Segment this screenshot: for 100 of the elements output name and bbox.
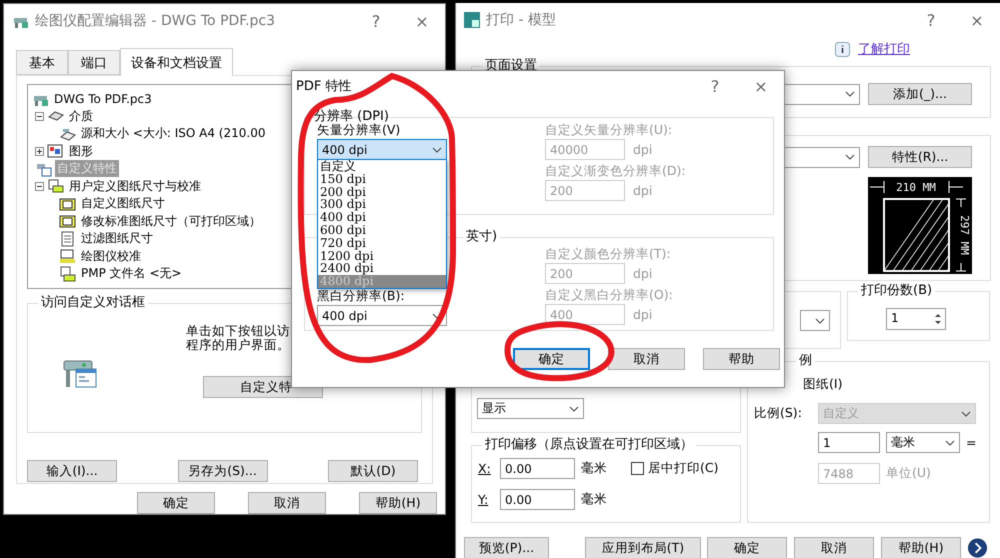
dialog-button[interactable]: 取消 [248,492,326,514]
tab[interactable]: 端口 [68,50,120,75]
field-label: 矢量分辨率(V) [317,122,402,139]
user-paper-icon [47,178,64,194]
cancel-button[interactable]: 取消 [794,537,874,558]
scale-input[interactable]: 1 [818,432,880,453]
tree-item[interactable]: 绘图仪校准 [79,248,143,265]
scale-label: 比例(S): [754,405,803,422]
caret-icon [945,440,955,446]
plot-area-dropdown[interactable]: 显示 [477,398,584,419]
close-button[interactable]: × [954,10,1000,30]
group-title: 英寸) [463,229,500,245]
offset-label: Y: [478,492,490,507]
caret-icon [845,91,855,97]
bw-resolution-dropdown[interactable]: 400 dpi [317,305,447,326]
checkbox[interactable] [631,462,644,475]
action-button[interactable]: 输入(I)... [27,460,117,482]
list-option[interactable]: 720 dpi [318,236,446,250]
dropdown[interactable] [800,310,830,331]
unit-label: dpi [633,266,652,281]
list-option[interactable]: 150 dpi [318,172,446,186]
list-option[interactable]: 2400 dpi [318,262,446,276]
caret-icon [815,318,825,324]
action-button[interactable]: 另存为(S)... [178,460,268,482]
group-title: 打印份数(B) [858,283,936,299]
add-button[interactable]: 添加(_)... [868,83,972,105]
paper-size-icon [59,196,76,212]
collapse-icon[interactable] [35,112,44,121]
dialog-title: PDF 特性 [296,78,352,95]
close-button[interactable]: × [738,76,784,96]
tree-item[interactable]: 图形 [67,142,95,160]
tree-item[interactable]: 用户定义图纸尺寸与校准 [67,178,203,195]
offset-label: X: [478,461,492,476]
collapse-icon[interactable] [35,182,44,191]
learn-link[interactable]: 了解打印 [858,40,910,58]
expand-icon[interactable] [35,146,44,156]
document-icon [59,230,76,247]
checkbox-label: 居中打印(C) [648,460,718,477]
list-option[interactable]: 600 dpi [318,224,446,237]
graphics-icon [47,143,64,160]
list-option[interactable]: 自定义 [318,160,446,173]
dialog-button[interactable]: 取消 [608,348,685,370]
ok-button[interactable]: 确定 [707,537,787,558]
paper-size-icon [59,213,76,230]
tree-item[interactable]: 修改标准图纸尺寸（可打印区域） [79,212,263,230]
field-label: 自定义黑白分辨率(O): [545,287,674,304]
offset-input[interactable]: 0.00 [500,489,575,510]
unit-label: dpi [633,307,652,322]
dialog-button[interactable]: 帮助 [703,348,780,370]
caret-icon [845,154,855,160]
group-title: 分辨率 (DPI) [313,109,390,124]
list-option[interactable]: 400 dpi [318,211,446,224]
help-button[interactable]: ? [353,12,399,30]
paper-width: 210 MM [896,181,936,194]
unit-dropdown[interactable]: 毫米 [886,432,960,453]
tree-item[interactable]: PMP 文件名 <无> [79,265,184,282]
action-button[interactable]: 默认(D) [328,460,418,482]
unit-label: dpi [633,142,652,157]
field-label: 黑白分辨率(B): [317,288,406,305]
field-label: 自定义渐变色分辨率(D): [545,163,687,180]
list-option[interactable]: 1200 dpi [318,250,446,262]
preview-button[interactable]: 预览(P)... [464,537,549,558]
group-title: 例 [796,353,815,369]
unit-label: 单位(U) [886,465,931,482]
tab[interactable]: 基本 [16,50,68,75]
help-button[interactable]: ? [692,76,738,96]
window-title: 打印 - 模型 [486,11,557,29]
dialog-button[interactable]: 确定 [513,348,590,370]
list-option[interactable]: 200 dpi [318,186,446,198]
field-label: 自定义颜色分辨率(T): [545,246,672,263]
apply-button[interactable]: 应用到布局(T) [585,537,701,558]
paper-height: 297 MM [958,215,971,255]
list-option[interactable]: 300 dpi [318,198,446,212]
description-text: 单击如下按钮以访程序的用户界面。 [186,324,290,352]
dialog-button[interactable]: 帮助(H) [359,492,437,514]
caret-icon [961,410,971,416]
offset-input[interactable]: 0.00 [500,458,575,479]
info-icon [835,42,850,56]
tree-item[interactable]: DWG To PDF.pc3 [52,92,154,106]
properties-button[interactable]: 特性(R)... [868,146,972,168]
calibrate-icon [59,248,76,264]
help-button[interactable]: ? [908,10,954,30]
tree-item[interactable]: 介质 [67,108,95,125]
tree-item[interactable]: 过滤图纸尺寸 [79,230,155,248]
close-button[interactable]: × [399,12,445,30]
caret-icon [432,146,442,152]
group-title: 访问自定义对话框 [38,295,148,311]
group-title: 打印偏移（原点设置在可打印区域） [482,437,696,453]
dialog-button[interactable]: 确定 [137,492,215,514]
tree-item[interactable]: 源和大小 <大小: ISO A4 (210.00 [79,125,268,142]
vector-resolution-dropdown[interactable]: 400 dpi [317,139,447,160]
help-button[interactable]: 帮助(H) [881,537,961,558]
tab[interactable]: 设备和文档设置 [120,48,233,76]
unit-label: 毫米 [581,491,607,508]
field-label: 自定义矢量分辨率(U): [545,122,674,139]
pmp-icon [59,266,76,282]
tree-item[interactable]: 自定义图纸尺寸 [79,195,167,212]
copies-spinner[interactable]: 1 [886,308,946,330]
unit-label: 毫米 [581,460,607,477]
equals-sign: = [966,435,976,450]
